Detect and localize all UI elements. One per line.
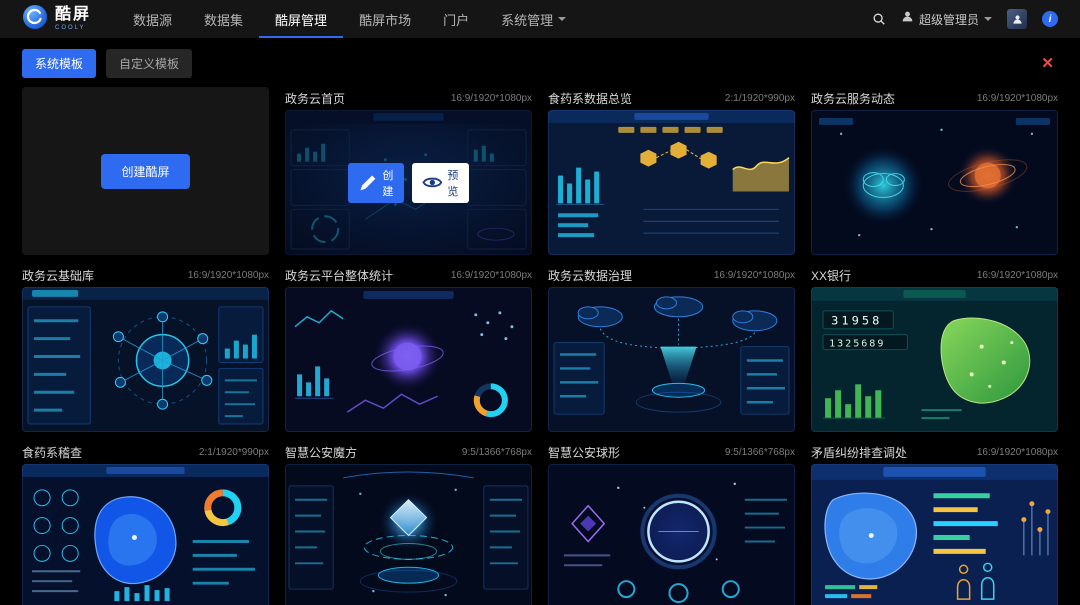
app-logo[interactable]: 酷屏 COOLY [22,4,91,35]
card-title: 矛盾纠纷排查调处 [811,444,907,461]
card-resolution: 16:9/1920*1080px [714,270,795,281]
card-title: 智慧公安球形 [548,444,620,461]
create-screen-button[interactable]: 创建酷屏 [101,154,189,189]
template-card[interactable]: 政务云基础库 16:9/1920*1080px [22,264,269,432]
template-card[interactable]: 矛盾纠纷排查调处 16:9/1920*1080px [811,441,1058,605]
nav-label: 数据源 [133,10,172,29]
card-title: 政务云平台整体统计 [285,267,393,284]
avatar[interactable] [1007,9,1027,29]
card-title: 食药系数据总览 [548,90,632,107]
nav-label: 酷屏管理 [275,10,327,29]
search-icon[interactable] [872,12,886,26]
template-card[interactable]: 食药系数据总览 2:1/1920*990px [548,87,795,255]
card-resolution: 16:9/1920*1080px [977,447,1058,458]
card-hover-overlay: 创建 预览 [285,110,532,255]
card-resolution: 9:5/1366*768px [462,447,532,458]
card-resolution: 16:9/1920*1080px [188,270,269,281]
card-resolution: 2:1/1920*990px [725,93,795,104]
create-screen-card[interactable]: 创建酷屏 [22,87,269,255]
template-card[interactable]: 智慧公安魔方 9:5/1366*768px [285,441,532,605]
logo-subtext: COOLY [55,25,91,31]
card-title: 政务云服务动态 [811,90,895,107]
eye-icon [422,174,443,191]
card-header: 食药系稽查 2:1/1920*990px [22,441,269,464]
bank-led-row2: 1325689 [829,339,885,350]
card-resolution: 2:1/1920*990px [199,447,269,458]
nav-item-dataset[interactable]: 数据集 [188,0,259,38]
card-title: 智慧公安魔方 [285,444,357,461]
card-header: 政务云数据治理 16:9/1920*1080px [548,264,795,287]
nav-item-datasource[interactable]: 数据源 [117,0,188,38]
chevron-down-icon [558,17,566,21]
card-header: 智慧公安球形 9:5/1366*768px [548,441,795,464]
card-title: 食药系稽查 [22,444,82,461]
card-header: XX银行 16:9/1920*1080px [811,264,1058,287]
nav-label: 系统管理 [501,10,553,29]
card-resolution: 16:9/1920*1080px [451,270,532,281]
template-tabs: 系统模板 自定义模板 ✕ [0,38,1080,87]
tab-system-template[interactable]: 系统模板 [22,49,96,78]
card-thumbnail[interactable]: 创建 预览 [285,110,532,255]
user-menu[interactable]: 超级管理员 [901,10,992,28]
card-resolution: 16:9/1920*1080px [977,270,1058,281]
main-nav: 数据源 数据集 酷屏管理 酷屏市场 门户 系统管理 [117,0,582,38]
template-card[interactable]: XX银行 16:9/1920*1080px 31958 1325689 [811,264,1058,432]
card-header: 政务云基础库 16:9/1920*1080px [22,264,269,287]
user-name: 超级管理员 [919,11,979,28]
nav-item-portal[interactable]: 门户 [427,0,485,38]
card-resolution: 16:9/1920*1080px [977,93,1058,104]
template-card[interactable]: 智慧公安球形 9:5/1366*768px [548,441,795,605]
card-resolution: 16:9/1920*1080px [451,93,532,104]
card-header: 矛盾纠纷排查调处 16:9/1920*1080px [811,441,1058,464]
card-header: 政务云平台整体统计 16:9/1920*1080px [285,264,532,287]
template-card[interactable]: 政务云服务动态 16:9/1920*1080px [811,87,1058,255]
nav-item-screen-market[interactable]: 酷屏市场 [343,0,427,38]
nav-label: 门户 [443,10,469,29]
card-thumbnail[interactable] [548,287,795,432]
nav-item-system-management[interactable]: 系统管理 [485,0,582,38]
template-card[interactable]: 政务云首页 16:9/1920*1080px 创建 [285,87,532,255]
bank-led-row1: 31958 [831,314,882,328]
card-preview-button[interactable]: 预览 [412,163,469,203]
logo-text: 酷屏 [55,7,91,23]
info-icon[interactable]: i [1042,11,1058,27]
card-thumbnail[interactable] [548,464,795,605]
card-header: 智慧公安魔方 9:5/1366*768px [285,441,532,464]
card-thumbnail[interactable] [22,464,269,605]
card-thumbnail[interactable] [22,287,269,432]
card-thumbnail[interactable] [285,287,532,432]
card-create-button[interactable]: 创建 [348,163,404,203]
card-thumbnail[interactable] [285,464,532,605]
template-card[interactable]: 政务云平台整体统计 16:9/1920*1080px [285,264,532,432]
tab-custom-template[interactable]: 自定义模板 [106,49,192,78]
pencil-icon [358,173,378,193]
card-thumbnail[interactable] [811,464,1058,605]
top-navbar: 酷屏 COOLY 数据源 数据集 酷屏管理 酷屏市场 门户 系统管理 超级管理员… [0,0,1080,38]
preview-label: 预览 [447,167,459,199]
card-title: 政务云基础库 [22,267,94,284]
template-grid: 创建酷屏 政务云首页 16:9/1920*1080px 创建 [0,87,1080,605]
nav-label: 数据集 [204,10,243,29]
nav-item-screen-management[interactable]: 酷屏管理 [259,0,343,38]
card-header: 食药系数据总览 2:1/1920*990px [548,87,795,110]
card-thumbnail[interactable] [548,110,795,255]
create-label: 创建 [382,167,394,199]
navbar-right: 超级管理员 i [872,9,1058,29]
card-title: 政务云首页 [285,90,345,107]
card-header: 政务云首页 16:9/1920*1080px [285,87,532,110]
card-thumbnail[interactable]: 31958 1325689 [811,287,1058,432]
chevron-down-icon [984,17,992,21]
card-title: XX银行 [811,267,851,284]
template-card[interactable]: 食药系稽查 2:1/1920*990px [22,441,269,605]
card-thumbnail[interactable] [811,110,1058,255]
card-resolution: 9:5/1366*768px [725,447,795,458]
nav-label: 酷屏市场 [359,10,411,29]
card-header: 政务云服务动态 16:9/1920*1080px [811,87,1058,110]
close-icon[interactable]: ✕ [1041,54,1054,72]
card-title: 政务云数据治理 [548,267,632,284]
template-card[interactable]: 政务云数据治理 16:9/1920*1080px [548,264,795,432]
logo-icon [22,4,48,35]
user-icon [901,10,914,28]
